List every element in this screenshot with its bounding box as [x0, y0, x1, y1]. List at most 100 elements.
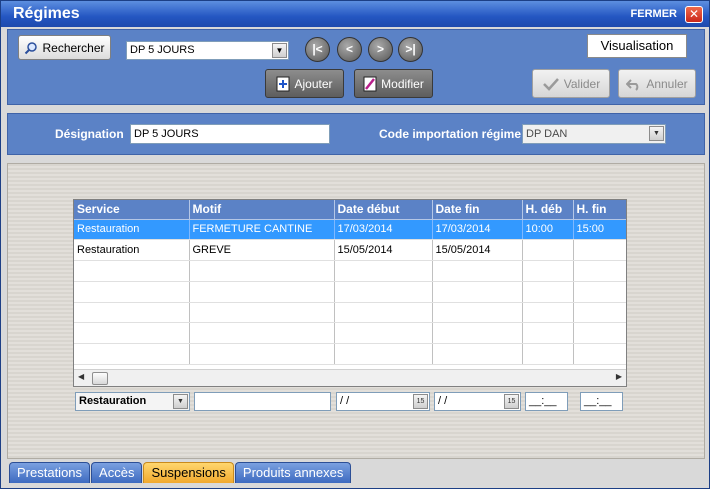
regime-select[interactable]: DP 5 JOURS ▼	[126, 41, 289, 60]
scroll-right-icon[interactable]: ▶	[616, 372, 622, 381]
service-editor-value: Restauration	[79, 395, 147, 407]
nav-next-button[interactable]: >	[368, 37, 393, 62]
table-cell	[573, 281, 626, 303]
table-cell	[189, 322, 335, 345]
table-cell: Restauration	[74, 219, 190, 241]
checkmark-icon	[542, 77, 559, 91]
table-cell	[573, 343, 626, 366]
table-header-row: Service Motif Date début Date fin H. déb…	[74, 200, 626, 220]
table-cell	[334, 322, 433, 345]
calendar-icon[interactable]: 15	[413, 394, 428, 409]
tab-prestations[interactable]: Prestations	[9, 462, 91, 483]
table-cell	[74, 260, 190, 282]
h-deb-editor-input[interactable]: __:__	[525, 392, 568, 411]
scrollbar-thumb[interactable]	[92, 372, 108, 385]
chevron-down-icon[interactable]: ▼	[272, 43, 287, 58]
add-document-icon	[276, 76, 290, 91]
column-header-motif[interactable]: Motif	[189, 200, 335, 220]
chevron-down-icon[interactable]: ▼	[649, 126, 664, 141]
visualisation-button[interactable]: Visualisation	[587, 34, 687, 58]
code-import-label: Code importation régime	[379, 127, 522, 141]
service-editor-select[interactable]: Restauration ▼	[75, 392, 190, 411]
undo-arrow-icon	[626, 78, 639, 91]
table-cell	[432, 260, 523, 282]
validate-button-label: Valider	[563, 76, 601, 91]
table-cell: 15/05/2014	[334, 239, 433, 262]
table-row[interactable]: Restauration GREVE 15/05/2014 15/05/2014	[74, 239, 626, 262]
close-button[interactable]: ✕	[685, 6, 703, 23]
table-cell	[334, 343, 433, 366]
scroll-left-icon[interactable]: ◀	[78, 372, 84, 381]
table-cell	[74, 281, 190, 303]
table-cell	[334, 302, 433, 324]
column-header-service[interactable]: Service	[74, 200, 190, 220]
table-row[interactable]	[74, 322, 626, 345]
table-cell	[432, 322, 523, 345]
table-row[interactable]	[74, 260, 626, 282]
search-button-label: Rechercher	[42, 40, 105, 55]
magnifier-icon	[25, 41, 38, 54]
table-cell	[74, 302, 190, 324]
table-cell	[432, 343, 523, 366]
column-header-date-fin[interactable]: Date fin	[432, 200, 523, 220]
designation-value: DP 5 JOURS	[134, 128, 199, 140]
suspensions-table: Service Motif Date début Date fin H. déb…	[73, 199, 627, 387]
tab-acces[interactable]: Accès	[91, 462, 143, 483]
bottom-tabs: Prestations Accès Suspensions Produits a…	[9, 462, 352, 483]
edit-pencil-icon	[363, 76, 377, 91]
regimes-window: Régimes FERMER ✕ Rechercher DP 5 JOURS ▼…	[0, 0, 710, 489]
table-cell	[189, 343, 335, 366]
cancel-button[interactable]: Annuler	[618, 69, 696, 98]
modify-button-label: Modifier	[381, 76, 424, 91]
code-import-select[interactable]: DP DAN ▼	[522, 124, 666, 144]
calendar-icon[interactable]: 15	[504, 394, 519, 409]
date-fin-editor-input[interactable]: / / 15	[434, 392, 521, 411]
column-header-h-fin[interactable]: H. fin	[573, 200, 626, 220]
table-cell	[522, 302, 574, 324]
validate-button[interactable]: Valider	[532, 69, 610, 98]
nav-previous-button[interactable]: <	[337, 37, 362, 62]
title-bar: Régimes FERMER ✕	[1, 1, 709, 27]
table-row[interactable]: Restauration FERMETURE CANTINE 17/03/201…	[74, 219, 626, 241]
table-cell: 17/03/2014	[334, 219, 433, 241]
table-cell	[573, 322, 626, 345]
table-cell: 10:00	[522, 219, 574, 241]
table-row[interactable]	[74, 343, 626, 366]
designation-field[interactable]: DP 5 JOURS	[130, 124, 330, 144]
table-row[interactable]	[74, 302, 626, 324]
date-fin-editor-value: / /	[438, 395, 448, 407]
window-title: Régimes	[13, 5, 80, 22]
add-button-label: Ajouter	[294, 76, 333, 91]
table-cell: 15:00	[573, 219, 626, 241]
motif-editor-input[interactable]	[194, 392, 331, 411]
horizontal-scrollbar[interactable]: ◀ ▶	[74, 369, 626, 386]
table-body: Restauration FERMETURE CANTINE 17/03/201…	[74, 219, 626, 366]
table-cell: GREVE	[189, 239, 335, 262]
chevron-down-icon[interactable]: ▼	[173, 394, 188, 409]
table-cell: FERMETURE CANTINE	[189, 219, 335, 241]
table-cell	[74, 343, 190, 366]
cancel-button-label: Annuler	[646, 76, 688, 91]
nav-last-button[interactable]: >|	[398, 37, 423, 62]
column-header-h-deb[interactable]: H. déb	[522, 200, 574, 220]
search-button[interactable]: Rechercher	[18, 35, 111, 60]
close-label[interactable]: FERMER	[631, 8, 677, 20]
table-cell	[522, 239, 574, 262]
modify-button[interactable]: Modifier	[354, 69, 433, 98]
column-header-date-debut[interactable]: Date début	[334, 200, 433, 220]
table-cell	[189, 302, 335, 324]
tab-produits-annexes[interactable]: Produits annexes	[234, 462, 352, 483]
table-cell	[74, 322, 190, 345]
nav-first-button[interactable]: |<	[305, 37, 330, 62]
add-button[interactable]: Ajouter	[265, 69, 344, 98]
table-cell	[432, 302, 523, 324]
table-row[interactable]	[74, 281, 626, 303]
date-debut-editor-value: / /	[340, 395, 350, 407]
h-fin-editor-input[interactable]: __:__	[580, 392, 623, 411]
table-cell	[189, 281, 335, 303]
tab-suspensions[interactable]: Suspensions	[143, 462, 234, 483]
table-cell: 15/05/2014	[432, 239, 523, 262]
table-cell	[522, 343, 574, 366]
table-cell	[522, 281, 574, 303]
date-debut-editor-input[interactable]: / / 15	[336, 392, 430, 411]
